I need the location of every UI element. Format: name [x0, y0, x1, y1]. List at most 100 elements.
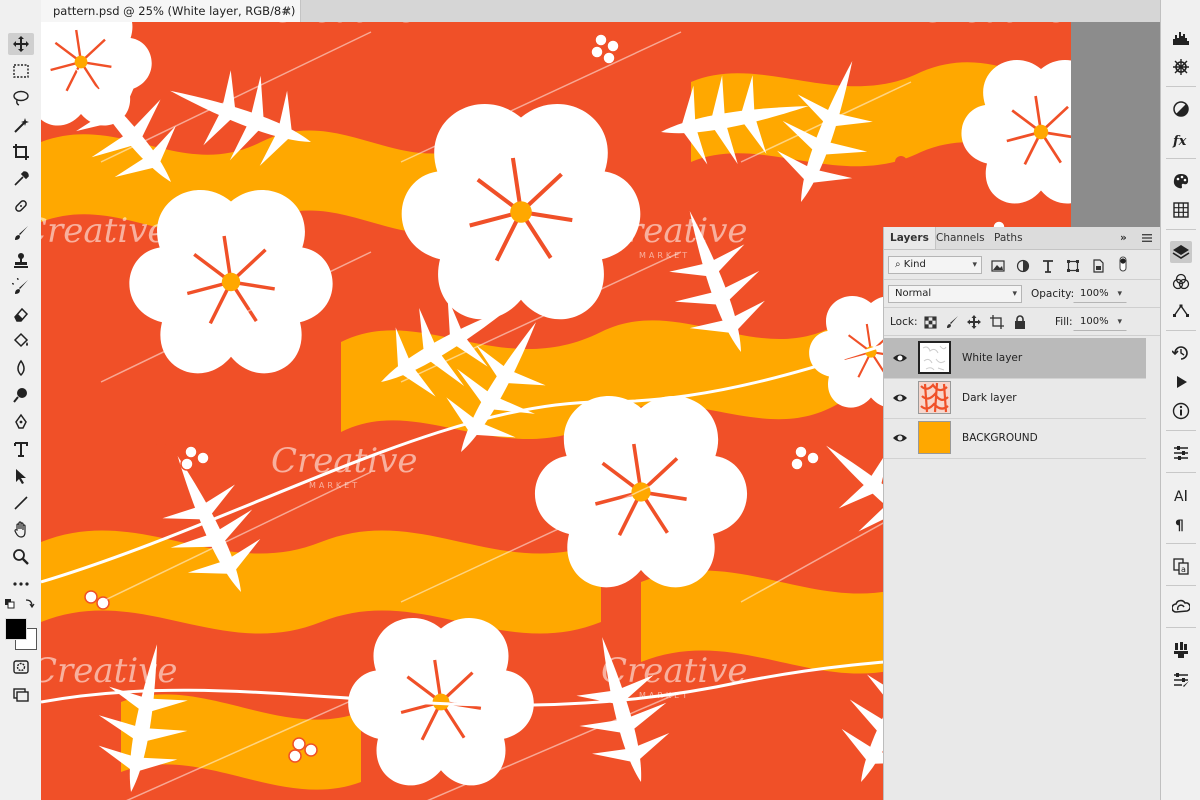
layer-row-dark[interactable]: Dark layer — [884, 378, 1146, 419]
rectangular-marquee-icon[interactable] — [8, 60, 34, 82]
watermark-text: Creative — [271, 22, 418, 31]
dodge-icon[interactable] — [8, 384, 34, 406]
layer-filter-row: ⌕ Kind ▾ — [884, 254, 1161, 276]
brush-settings-icon[interactable] — [1170, 668, 1192, 690]
lock-label: Lock: — [890, 316, 918, 328]
layer-thumbnail-white — [918, 341, 951, 374]
filter-toggle-icon[interactable] — [1115, 256, 1131, 272]
watermark-text: Creative — [921, 22, 1068, 31]
adjustments-icon[interactable] — [1170, 98, 1192, 120]
eyedropper-icon[interactable] — [8, 168, 34, 190]
paragraph-icon[interactable]: ¶ — [1170, 513, 1192, 535]
blend-opacity-row: Normal ▾ Opacity: 100% ▾ — [884, 283, 1161, 305]
line-icon[interactable] — [8, 492, 34, 514]
layers-icon[interactable] — [1170, 241, 1192, 263]
clone-stamp-icon[interactable] — [8, 249, 34, 271]
brush-icon[interactable] — [8, 222, 34, 244]
layer-name[interactable]: White layer — [962, 338, 1022, 378]
histogram-icon[interactable] — [1170, 27, 1192, 49]
tab-channels[interactable]: Channels — [930, 227, 991, 249]
styles-icon[interactable]: fx — [1170, 128, 1192, 150]
character-icon[interactable]: A — [1170, 484, 1192, 506]
path-selection-icon[interactable] — [8, 465, 34, 487]
lasso-icon[interactable] — [8, 87, 34, 109]
fill-field[interactable]: 100% ▾ — [1073, 313, 1127, 331]
watermark-text: Creative — [41, 651, 178, 691]
chevron-down-icon: ▾ — [972, 260, 977, 270]
default-colors-icon[interactable] — [4, 597, 38, 611]
pen-icon[interactable] — [8, 411, 34, 433]
lock-artboard-icon[interactable] — [989, 314, 1005, 330]
opacity-label: Opacity: — [1031, 288, 1075, 300]
panel-menu-icon[interactable] — [1142, 234, 1152, 242]
watermark-text: Creative — [601, 651, 748, 691]
filter-type-icon[interactable] — [1040, 258, 1056, 274]
move-tool-icon[interactable] — [8, 33, 34, 55]
history-brush-icon[interactable] — [8, 276, 34, 298]
foreground-color-swatch[interactable] — [5, 618, 27, 640]
panel-dock: fx A ¶ a — [1160, 0, 1200, 800]
navigator-icon[interactable] — [1170, 56, 1192, 78]
visibility-eye-icon[interactable] — [892, 350, 908, 366]
blur-icon[interactable] — [8, 357, 34, 379]
filter-smart-object-icon[interactable] — [1090, 258, 1106, 274]
layer-thumbnail-background — [918, 421, 951, 454]
layer-name[interactable]: BACKGROUND — [962, 418, 1038, 458]
svg-text:fx: fx — [1172, 134, 1187, 148]
visibility-eye-icon[interactable] — [892, 430, 908, 446]
filter-shape-icon[interactable] — [1065, 258, 1081, 274]
hand-icon[interactable] — [8, 519, 34, 541]
blend-mode-value: Normal — [895, 288, 932, 299]
screen-mode-icon[interactable] — [8, 683, 34, 705]
panel-collapse-icon[interactable]: » — [1114, 227, 1133, 249]
filter-kind-label: Kind — [903, 259, 926, 270]
lock-transparent-pixels-icon[interactable] — [922, 314, 938, 330]
lock-all-icon[interactable] — [1012, 314, 1028, 330]
properties-icon[interactable] — [1170, 442, 1192, 464]
info-icon[interactable] — [1170, 400, 1192, 422]
color-icon[interactable] — [1170, 170, 1192, 192]
magic-wand-icon[interactable] — [8, 114, 34, 136]
lock-position-icon[interactable] — [966, 314, 982, 330]
brushes-icon[interactable] — [1170, 639, 1192, 661]
eraser-icon[interactable] — [8, 303, 34, 325]
visibility-eye-icon[interactable] — [892, 390, 908, 406]
tab-layers[interactable]: Layers — [884, 227, 936, 249]
svg-text:¶: ¶ — [1175, 518, 1184, 533]
layer-name[interactable]: Dark layer — [962, 378, 1017, 418]
glyphs-icon[interactable]: a — [1170, 555, 1192, 577]
panel-tabs: Layers Channels Paths » — [884, 227, 1161, 250]
chevron-down-icon: ▾ — [1117, 317, 1122, 327]
crop-icon[interactable] — [8, 141, 34, 163]
more-tools-icon[interactable] — [8, 573, 34, 595]
watermark-text: Creative — [601, 211, 748, 251]
type-icon[interactable] — [8, 438, 34, 460]
tab-paths[interactable]: Paths — [988, 227, 1029, 249]
filter-kind-select[interactable]: ⌕ Kind ▾ — [888, 256, 982, 274]
paint-bucket-icon[interactable] — [8, 330, 34, 352]
layer-row-white[interactable]: White layer — [884, 338, 1146, 379]
close-tab-icon[interactable]: × — [282, 0, 292, 22]
layers-list: White layer Dark layer BACKGROUND — [884, 338, 1146, 800]
blend-mode-select[interactable]: Normal ▾ — [888, 285, 1022, 303]
fill-label: Fill: — [1055, 316, 1073, 328]
swatches-icon[interactable] — [1170, 199, 1192, 221]
lock-image-pixels-icon[interactable] — [944, 314, 960, 330]
zoom-icon[interactable] — [8, 546, 34, 568]
history-icon[interactable] — [1170, 342, 1192, 364]
spot-healing-icon[interactable] — [8, 195, 34, 217]
quick-mask-icon[interactable] — [8, 656, 34, 678]
chevron-down-icon: ▾ — [1012, 289, 1017, 299]
filter-pixel-icon[interactable] — [990, 258, 1006, 274]
channels-icon[interactable] — [1170, 271, 1192, 293]
libraries-icon[interactable] — [1170, 597, 1192, 619]
layer-row-background[interactable]: BACKGROUND — [884, 418, 1146, 459]
lock-fill-row: Lock: Fill: 100% ▾ — [884, 311, 1161, 333]
chevron-down-icon: ▾ — [1117, 289, 1122, 299]
document-tab[interactable]: pattern.psd @ 25% (White layer, RGB/8#) … — [41, 0, 301, 22]
opacity-field[interactable]: 100% ▾ — [1073, 285, 1127, 303]
actions-icon[interactable] — [1170, 371, 1192, 393]
paths-icon[interactable] — [1170, 300, 1192, 322]
filter-adjustment-icon[interactable] — [1015, 258, 1031, 274]
search-icon: ⌕ — [895, 259, 901, 270]
